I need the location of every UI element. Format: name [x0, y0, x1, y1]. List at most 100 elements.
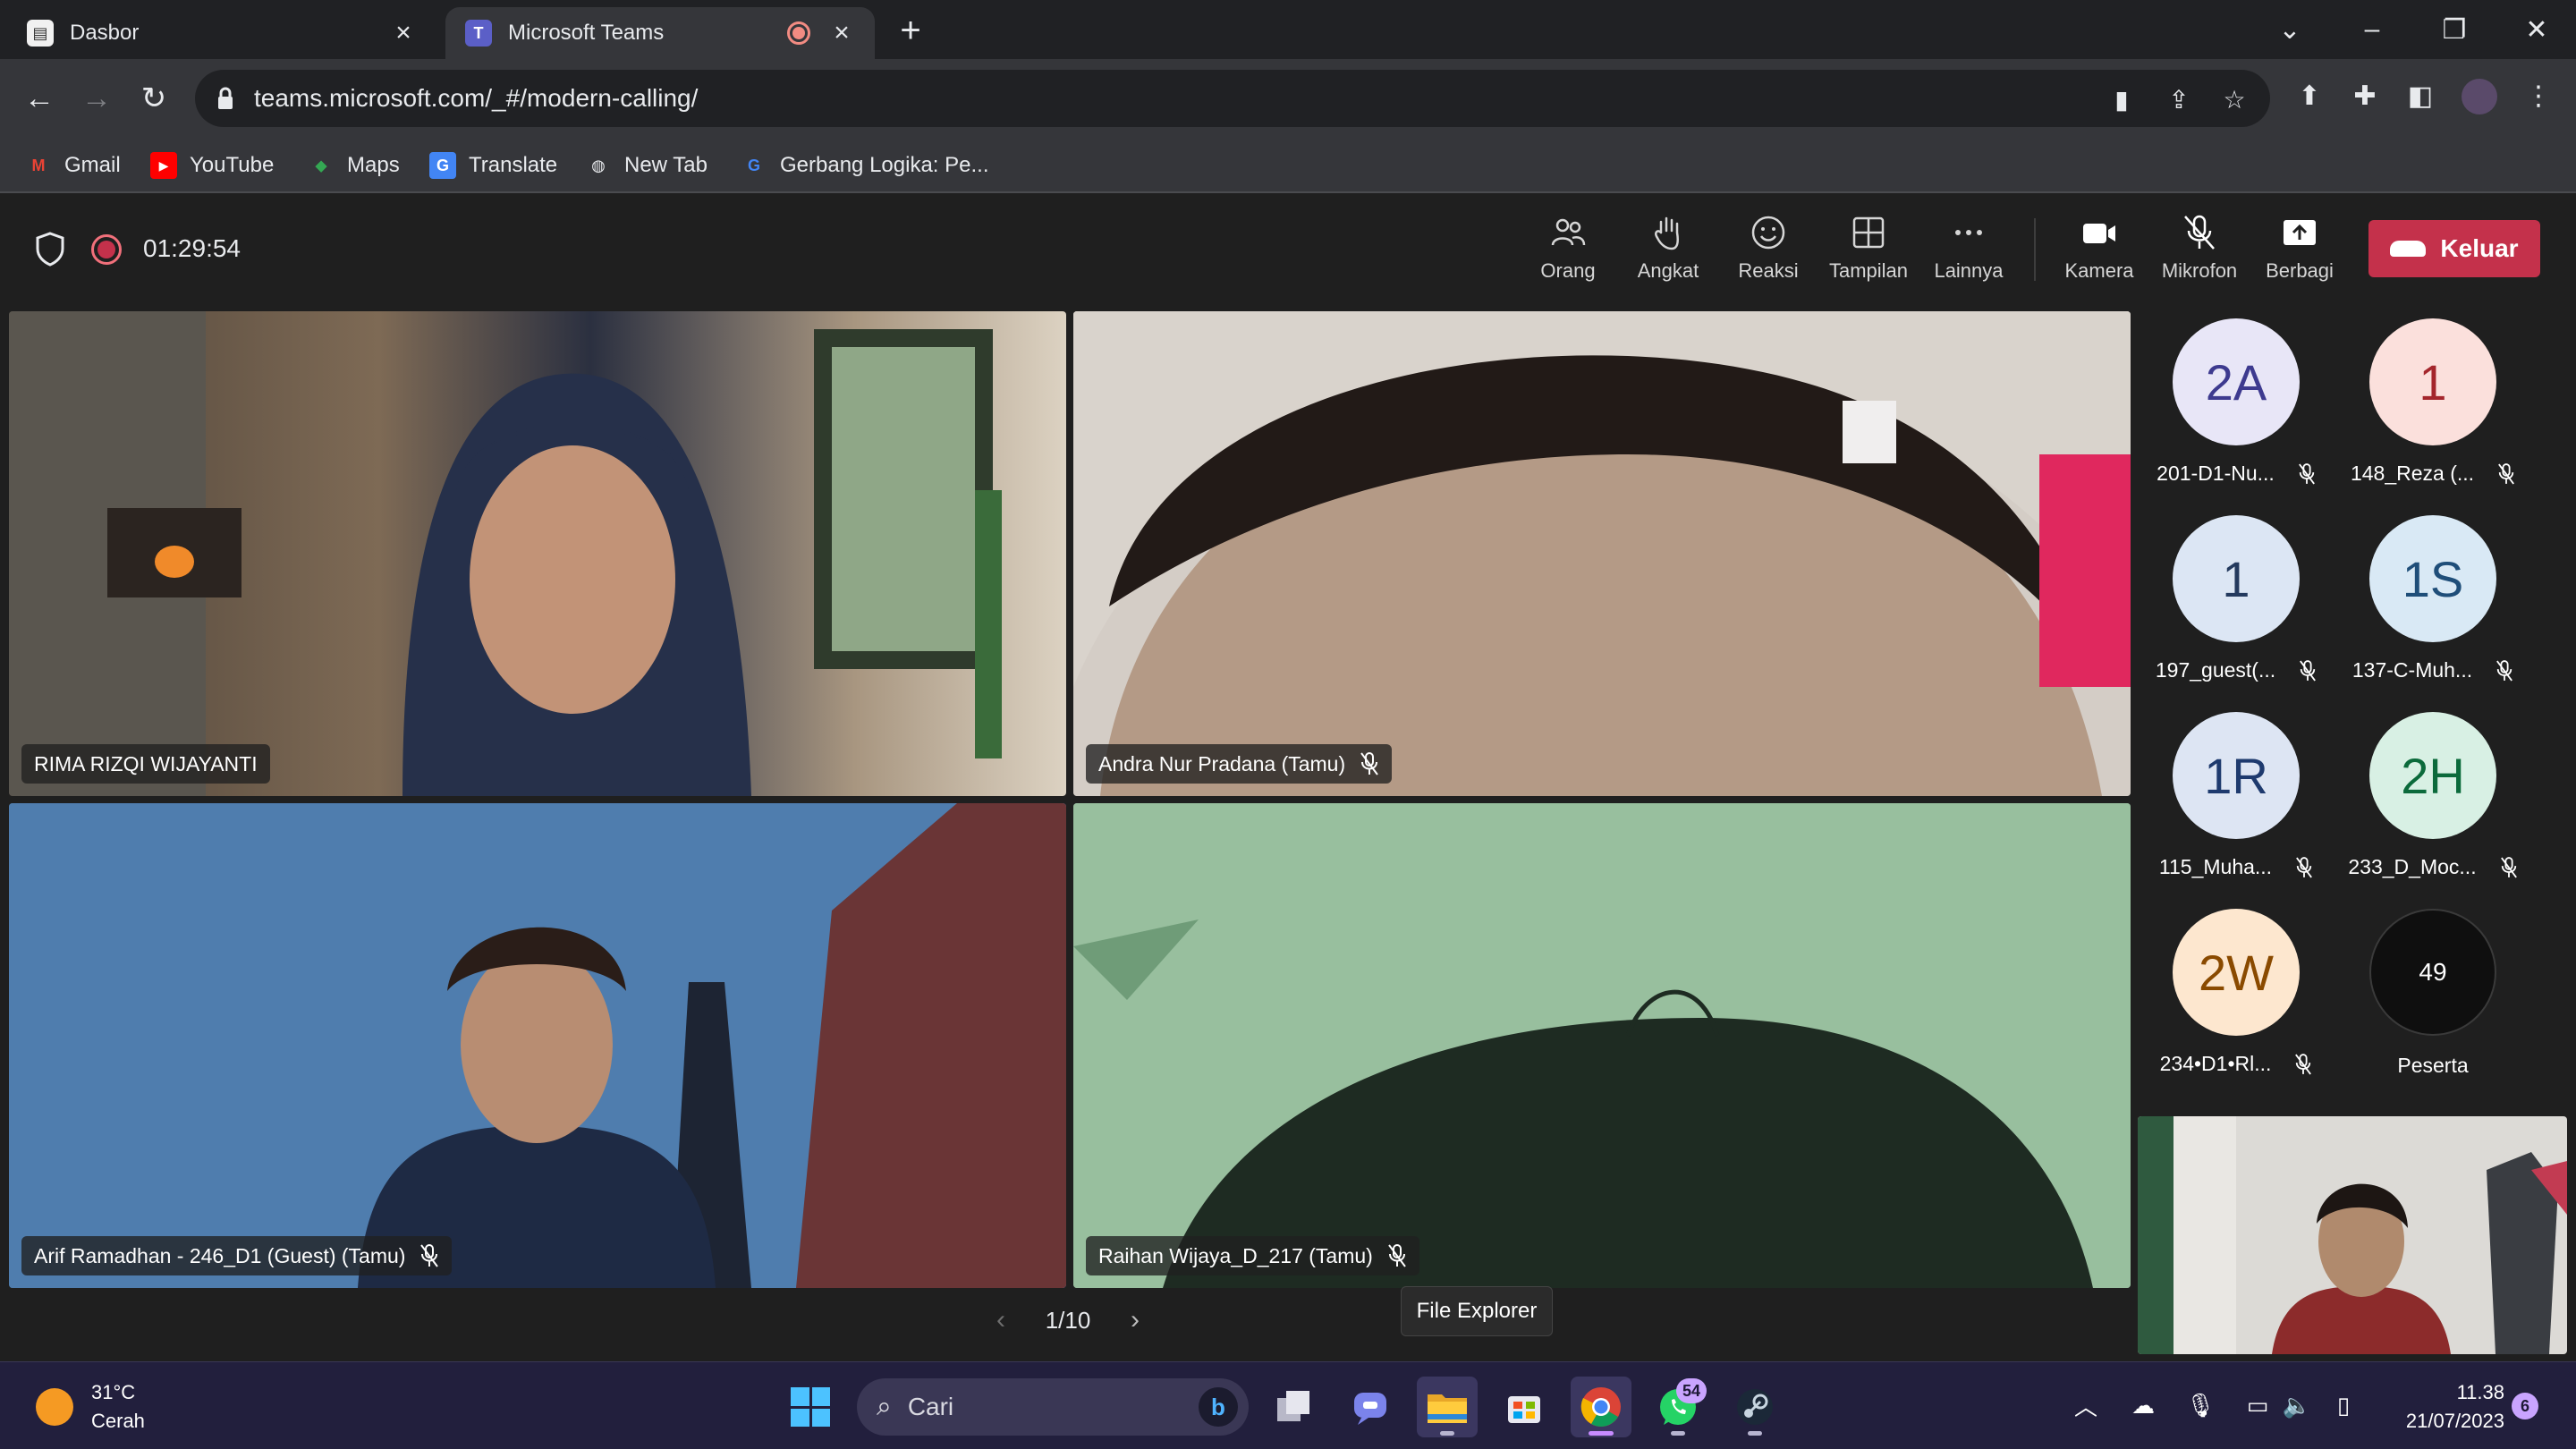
close-tab-icon[interactable]: × — [828, 18, 855, 48]
self-view-image — [2138, 1116, 2567, 1354]
avatar: 1S — [2369, 515, 2496, 642]
video-tile[interactable]: RIMA RIZQI WIJAYANTI — [9, 311, 1066, 796]
microphone-tray-icon[interactable]: 🎙 — [2182, 1387, 2218, 1423]
file-explorer-button[interactable] — [1417, 1377, 1478, 1437]
previous-page-icon[interactable]: ‹ — [996, 1305, 1005, 1335]
roster-participant[interactable]: 2H 233_D_Moc... — [2334, 712, 2531, 900]
battery-icon[interactable]: ▯ — [2326, 1387, 2361, 1423]
reload-button[interactable]: ↻ — [132, 77, 175, 120]
participants-label: Peserta — [2397, 1054, 2469, 1077]
new-tab-button[interactable]: + — [891, 11, 930, 50]
youtube-icon: ▶ — [150, 152, 177, 179]
more-participants-button[interactable]: 49 Peserta — [2334, 909, 2531, 1097]
reactions-button[interactable]: Reaksi — [1719, 213, 1818, 293]
roster-name: 233_D_Moc... — [2348, 855, 2477, 878]
roster-participant[interactable]: 2A 201-D1-Nu... — [2138, 318, 2334, 506]
leave-button[interactable]: Keluar — [2368, 220, 2540, 277]
gmail-icon: M — [31, 156, 46, 174]
view-button[interactable]: Tampilan — [1819, 213, 1918, 293]
share-button[interactable]: Berbagi — [2250, 213, 2349, 293]
system-clock[interactable]: 11.38 21/07/2023 — [2379, 1378, 2504, 1436]
camera-icon — [2083, 224, 2115, 243]
address-bar[interactable]: teams.microsoft.com/_#/modern-calling/ ▮… — [195, 70, 2270, 127]
roster-participant[interactable]: 1 148_Reza (... — [2334, 318, 2531, 506]
roster-name: 115_Muha... — [2158, 855, 2273, 878]
weather-widget[interactable]: 31°C Cerah — [36, 1378, 145, 1436]
bookmark-youtube[interactable]: ▶ YouTube — [150, 148, 274, 182]
bookmark-translate[interactable]: G Translate — [429, 148, 557, 182]
tab-search-icon[interactable]: ⌄ — [2249, 0, 2331, 59]
bing-icon[interactable]: b — [1199, 1387, 1238, 1427]
address-text: teams.microsoft.com/_#/modern-calling/ — [254, 84, 699, 112]
control-label: Mikrofon — [2161, 259, 2238, 282]
windows-taskbar: 31°C Cerah ⌕ Cari b 54 ︿ ☁ 🎙 ▭ 🔈 ▯ 11.38… — [0, 1361, 2576, 1449]
bookmark-star-icon[interactable]: ☆ — [2220, 86, 2249, 114]
weather-temperature: 31°C — [91, 1381, 136, 1403]
extension-download-icon[interactable]: ⬆ — [2292, 79, 2327, 114]
clock-date: 21/07/2023 — [2405, 1410, 2504, 1432]
shield-icon[interactable] — [34, 231, 66, 267]
camera-in-use-icon[interactable]: ▮ — [2107, 86, 2136, 114]
gallery-pager: ‹ 1/10 › — [996, 1301, 1140, 1340]
forward-button[interactable]: → — [75, 77, 118, 120]
show-hidden-icons-icon[interactable]: ︿ — [2068, 1387, 2104, 1423]
folder-icon — [1428, 1394, 1467, 1423]
bookmark-gmail[interactable]: M Gmail — [25, 148, 121, 182]
profile-avatar[interactable] — [2462, 79, 2497, 114]
bookmark-gerbang-logika[interactable]: G Gerbang Logika: Pe... — [741, 148, 989, 182]
roster-participant[interactable]: 1R 115_Muha... — [2138, 712, 2334, 900]
chrome-button[interactable] — [1571, 1377, 1631, 1437]
whatsapp-button[interactable]: 54 — [1648, 1377, 1708, 1437]
next-page-icon[interactable]: › — [1131, 1305, 1140, 1335]
meeting-control-bar: 01:29:54 Orang Angkat Reaksi Tampilan La… — [0, 193, 2576, 301]
extensions-puzzle-icon[interactable]: ✚ — [2347, 79, 2383, 114]
microsoft-store-button[interactable] — [1494, 1377, 1555, 1437]
close-tab-icon[interactable]: × — [390, 18, 417, 48]
tab-microsoft-teams[interactable]: T Microsoft Teams × — [445, 7, 875, 59]
roster-participant[interactable]: 1S 137-C-Muh... — [2334, 515, 2531, 703]
bookmark-label: YouTube — [190, 153, 275, 177]
avatar: 1R — [2173, 712, 2300, 839]
self-view-video[interactable] — [2138, 1116, 2567, 1354]
video-tile[interactable]: Raihan Wijaya_D_217 (Tamu) — [1073, 803, 2131, 1288]
taskbar-search[interactable]: ⌕ Cari b — [857, 1378, 1249, 1436]
restore-button[interactable]: ❐ — [2413, 0, 2496, 59]
volume-icon[interactable]: 🔈 — [2279, 1387, 2315, 1423]
roster-name: 234•D1•Rl... — [2159, 1052, 2272, 1075]
network-icon[interactable]: ▭ — [2240, 1387, 2275, 1423]
video-tile[interactable]: Andra Nur Pradana (Tamu) — [1073, 311, 2131, 796]
bookmark-label: Gerbang Logika: Pe... — [780, 153, 989, 177]
more-button[interactable]: Lainnya — [1919, 213, 2018, 293]
roster-participant[interactable]: 1 197_guest(... — [2138, 515, 2334, 703]
people-button[interactable]: Orang — [1519, 213, 1617, 293]
control-divider — [2034, 218, 2036, 281]
participant-name: Raihan Wijaya_D_217 (Tamu) — [1098, 1243, 1373, 1267]
bookmark-maps[interactable]: ⬥ Maps — [308, 148, 400, 182]
maps-icon: ⬥ — [315, 156, 327, 174]
teams-chat-button[interactable] — [1340, 1377, 1401, 1437]
microphone-button[interactable]: Mikrofon — [2150, 213, 2249, 293]
share-page-icon[interactable]: ⇪ — [2165, 86, 2193, 114]
notification-count-badge[interactable]: 6 — [2512, 1393, 2538, 1419]
bookmark-new-tab[interactable]: ◍ New Tab — [585, 148, 708, 182]
close-window-button[interactable]: ✕ — [2496, 0, 2576, 59]
chrome-menu-icon[interactable]: ⋮ — [2521, 79, 2556, 114]
onedrive-icon[interactable]: ☁ — [2125, 1387, 2161, 1423]
raise-hand-button[interactable]: Angkat — [1619, 213, 1717, 293]
steam-button[interactable] — [1724, 1377, 1785, 1437]
leave-label: Keluar — [2440, 234, 2519, 262]
avatar: 2H — [2369, 712, 2496, 839]
roster-participant[interactable]: 2W 234•D1•Rl... — [2138, 909, 2334, 1097]
start-button[interactable] — [791, 1387, 830, 1427]
side-panel-icon[interactable]: ◧ — [2402, 79, 2438, 114]
camera-button[interactable]: Kamera — [2050, 213, 2148, 293]
tab-dasbor[interactable]: ▤ Dasbor × — [7, 7, 436, 59]
video-tile[interactable]: Arif Ramadhan - 246_D1 (Guest) (Tamu) — [9, 803, 1066, 1288]
minimize-button[interactable]: – — [2331, 0, 2413, 59]
roster-name: 201-D1-Nu... — [2157, 462, 2275, 485]
video-feed-image — [1073, 311, 2131, 796]
task-view-button[interactable] — [1263, 1377, 1324, 1437]
notification-badge: 54 — [1676, 1378, 1707, 1403]
mic-off-icon — [2500, 856, 2517, 877]
back-button[interactable]: ← — [18, 77, 61, 120]
